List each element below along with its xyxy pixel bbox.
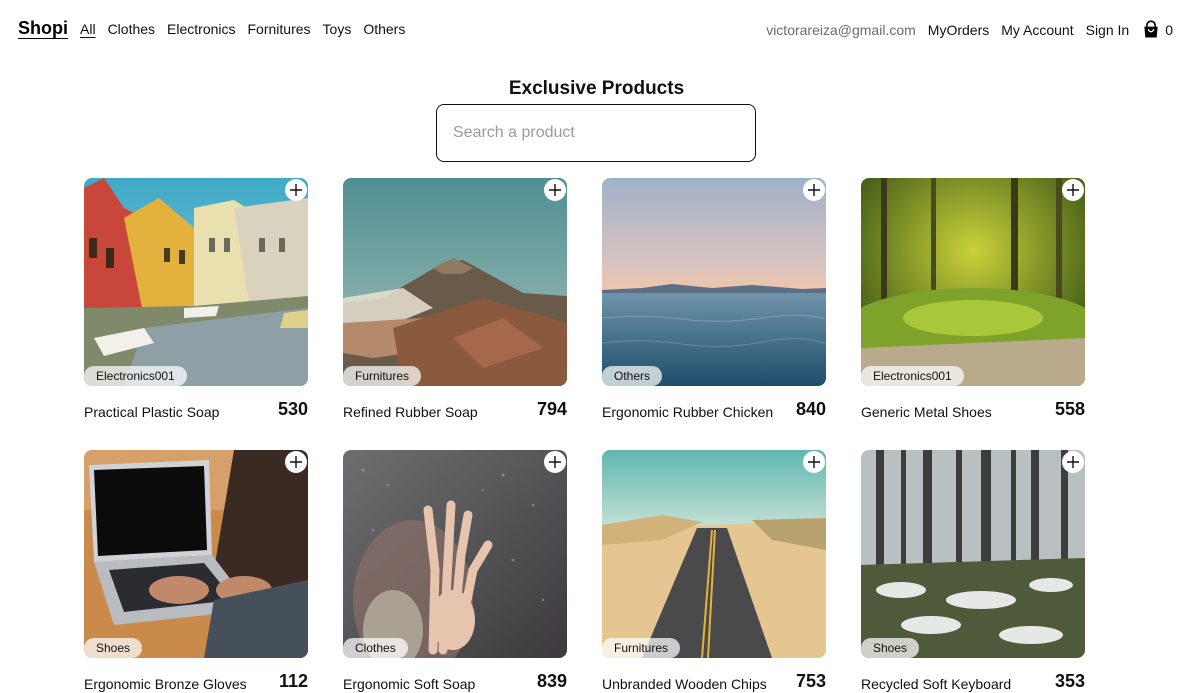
product-card[interactable]: Electronics001 Practical Plastic Soap 53… <box>84 178 308 450</box>
product-price: 558 <box>1054 399 1085 419</box>
add-to-cart-button[interactable] <box>544 451 566 473</box>
product-info: Recycled Soft Keyboard 353 <box>861 668 1085 692</box>
product-name: Practical Plastic Soap <box>84 404 220 420</box>
sea-sunset-photo <box>602 178 826 386</box>
category-badge: Shoes <box>84 638 143 658</box>
product-info: Practical Plastic Soap 530 <box>84 396 308 420</box>
product-info: Generic Metal Shoes 558 <box>861 396 1085 420</box>
plus-icon <box>808 184 820 196</box>
product-info: Refined Rubber Soap 794 <box>343 396 567 420</box>
nav-category-fornitures[interactable]: Fornitures <box>248 21 311 37</box>
nav-category-electronics[interactable]: Electronics <box>167 21 235 37</box>
product-image-container: Electronics001 <box>84 178 308 386</box>
desert-road-photo <box>602 450 826 658</box>
product-name: Refined Rubber Soap <box>343 404 478 420</box>
product-info: Ergonomic Bronze Gloves 112 <box>84 668 308 692</box>
product-image-container: Furnitures <box>602 450 826 658</box>
category-badge: Electronics001 <box>84 366 187 386</box>
product-price: 112 <box>278 671 308 691</box>
category-badge: Others <box>602 366 663 386</box>
my-orders-link[interactable]: MyOrders <box>928 22 989 38</box>
product-image-container: Shoes <box>861 450 1085 658</box>
category-badge: Furnitures <box>343 366 422 386</box>
category-badge: Furnitures <box>602 638 681 658</box>
moss-forest-photo <box>861 178 1085 386</box>
plus-icon <box>549 456 561 468</box>
laptop-typing-photo <box>84 450 308 658</box>
plus-icon <box>1067 456 1079 468</box>
product-image-container: Furnitures <box>343 178 567 386</box>
product-price: 753 <box>795 671 826 691</box>
product-image-container: Electronics001 <box>861 178 1085 386</box>
product-info: Unbranded Wooden Chips 753 <box>602 668 826 692</box>
product-name: Recycled Soft Keyboard <box>861 676 1012 692</box>
snowy-forest-photo <box>861 450 1085 658</box>
product-card[interactable]: Furnitures Refined Rubber Soap 794 <box>343 178 567 450</box>
product-image-container: Others <box>602 178 826 386</box>
plus-icon <box>1067 184 1079 196</box>
category-badge: Electronics001 <box>861 366 964 386</box>
shopping-bag-icon <box>1141 20 1161 40</box>
product-card[interactable]: Furnitures Unbranded Wooden Chips 753 <box>602 450 826 693</box>
product-image-container: Shoes <box>84 450 308 658</box>
add-to-cart-button[interactable] <box>285 179 307 201</box>
nav-left: Shopi All Clothes Electronics Fornitures… <box>18 18 405 39</box>
plus-icon <box>290 456 302 468</box>
add-to-cart-button[interactable] <box>803 179 825 201</box>
page-title: Exclusive Products <box>508 78 685 99</box>
product-name: Ergonomic Rubber Chicken <box>602 404 774 420</box>
rainy-window-hand-photo <box>343 450 567 658</box>
product-image-container: Clothes <box>343 450 567 658</box>
product-price: 353 <box>1054 671 1085 691</box>
product-card[interactable]: Shoes Ergonomic Bronze Gloves 112 <box>84 450 308 693</box>
add-to-cart-button[interactable] <box>1062 179 1084 201</box>
nav-category-others[interactable]: Others <box>363 21 405 37</box>
category-badge: Shoes <box>861 638 920 658</box>
navbar: Shopi All Clothes Electronics Fornitures… <box>0 0 1193 60</box>
product-grid: Electronics001 Practical Plastic Soap 53… <box>84 178 1086 693</box>
sign-in-link[interactable]: Sign In <box>1086 22 1130 38</box>
nav-category-all[interactable]: All <box>80 21 96 37</box>
plus-icon <box>808 456 820 468</box>
volcano-photo <box>343 178 567 386</box>
my-account-link[interactable]: My Account <box>1001 22 1073 38</box>
nav-category-toys[interactable]: Toys <box>323 21 352 37</box>
add-to-cart-button[interactable] <box>803 451 825 473</box>
product-card[interactable]: Clothes Ergonomic Soft Soap 839 <box>343 450 567 693</box>
plus-icon <box>549 184 561 196</box>
nav-category-clothes[interactable]: Clothes <box>108 21 155 37</box>
add-to-cart-button[interactable] <box>544 179 566 201</box>
product-price: 839 <box>536 671 567 691</box>
product-name: Ergonomic Bronze Gloves <box>84 676 247 692</box>
user-email: victorareiza@gmail.com <box>766 22 916 38</box>
canal-town-photo <box>84 178 308 386</box>
product-name: Generic Metal Shoes <box>861 404 992 420</box>
nav-right: victorareiza@gmail.com MyOrders My Accou… <box>766 20 1173 40</box>
product-card[interactable]: Shoes Recycled Soft Keyboard 353 <box>861 450 1085 693</box>
product-card[interactable]: Electronics001 Generic Metal Shoes 558 <box>861 178 1085 450</box>
product-card[interactable]: Others Ergonomic Rubber Chicken 840 <box>602 178 826 450</box>
product-price: 530 <box>277 399 308 419</box>
brand-logo[interactable]: Shopi <box>18 18 68 39</box>
product-price: 840 <box>795 399 826 419</box>
product-name: Ergonomic Soft Soap <box>343 676 476 692</box>
product-name: Unbranded Wooden Chips <box>602 676 767 692</box>
category-badge: Clothes <box>343 638 408 658</box>
search-input[interactable] <box>436 104 756 162</box>
product-price: 794 <box>536 399 567 419</box>
plus-icon <box>290 184 302 196</box>
cart-button[interactable]: 0 <box>1141 20 1173 40</box>
cart-count: 0 <box>1165 22 1173 38</box>
product-info: Ergonomic Soft Soap 839 <box>343 668 567 692</box>
product-info: Ergonomic Rubber Chicken 840 <box>602 396 826 420</box>
add-to-cart-button[interactable] <box>285 451 307 473</box>
add-to-cart-button[interactable] <box>1062 451 1084 473</box>
